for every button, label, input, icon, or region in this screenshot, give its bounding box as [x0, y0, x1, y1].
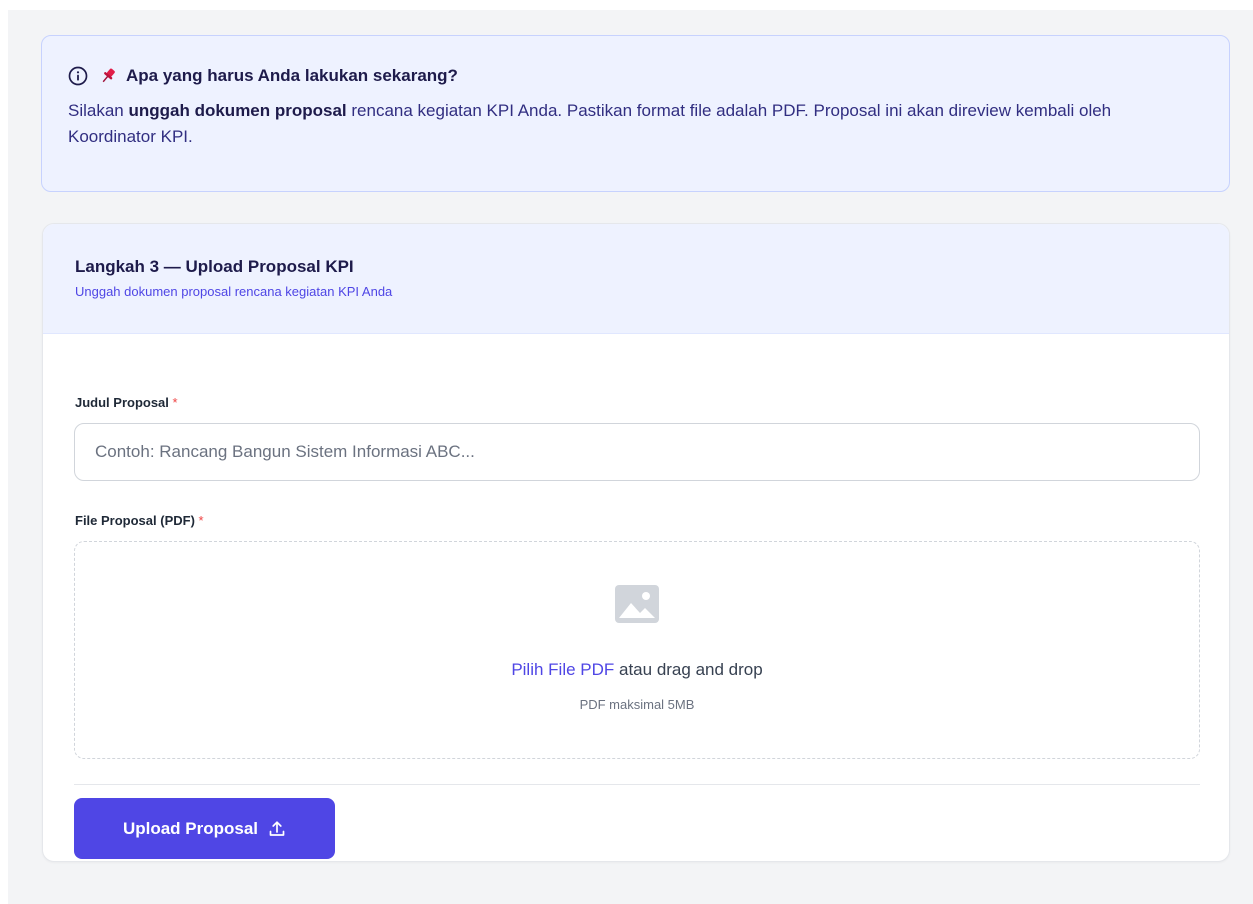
upload-icon	[268, 820, 286, 838]
info-body-prefix: Silakan	[68, 101, 129, 120]
dropzone-hint: PDF maksimal 5MB	[579, 697, 695, 712]
info-title: Apa yang harus Anda lakukan sekarang?	[126, 66, 458, 85]
proposal-file-label-text: File Proposal (PDF)	[75, 513, 195, 528]
required-mark: *	[172, 395, 178, 410]
choose-file-link[interactable]: Pilih File PDF	[511, 660, 614, 679]
upload-proposal-card: Langkah 3 — Upload Proposal KPI Unggah d…	[42, 223, 1230, 862]
card-subtitle: Unggah dokumen proposal rencana kegiatan…	[75, 284, 393, 299]
page-background: Apa yang harus Anda lakukan sekarang? Si…	[8, 10, 1253, 904]
drag-drop-text: atau drag and drop	[614, 660, 763, 679]
divider	[74, 784, 1200, 785]
image-icon	[615, 585, 659, 623]
info-title-row: Apa yang harus Anda lakukan sekarang?	[68, 64, 1203, 88]
proposal-title-label: Judul Proposal *	[75, 394, 178, 412]
required-mark: *	[198, 513, 204, 528]
pushpin-icon	[98, 66, 118, 86]
proposal-title-input[interactable]	[74, 423, 1200, 481]
info-banner: Apa yang harus Anda lakukan sekarang? Si…	[41, 35, 1230, 192]
file-dropzone[interactable]: Pilih File PDF atau drag and drop PDF ma…	[74, 541, 1200, 759]
card-header: Langkah 3 — Upload Proposal KPI Unggah d…	[43, 224, 1229, 334]
proposal-file-label: File Proposal (PDF) *	[75, 512, 204, 530]
info-body-emphasis: unggah dokumen proposal	[128, 101, 347, 120]
proposal-title-label-text: Judul Proposal	[75, 395, 169, 410]
upload-proposal-button[interactable]: Upload Proposal	[74, 798, 335, 859]
upload-proposal-button-label: Upload Proposal	[122, 818, 259, 838]
card-title: Langkah 3 — Upload Proposal KPI	[75, 257, 354, 276]
info-body: Silakan unggah dokumen proposal rencana …	[68, 98, 1198, 150]
info-circle-icon	[68, 66, 88, 86]
dropzone-instruction: Pilih File PDF atau drag and drop	[75, 660, 1199, 680]
